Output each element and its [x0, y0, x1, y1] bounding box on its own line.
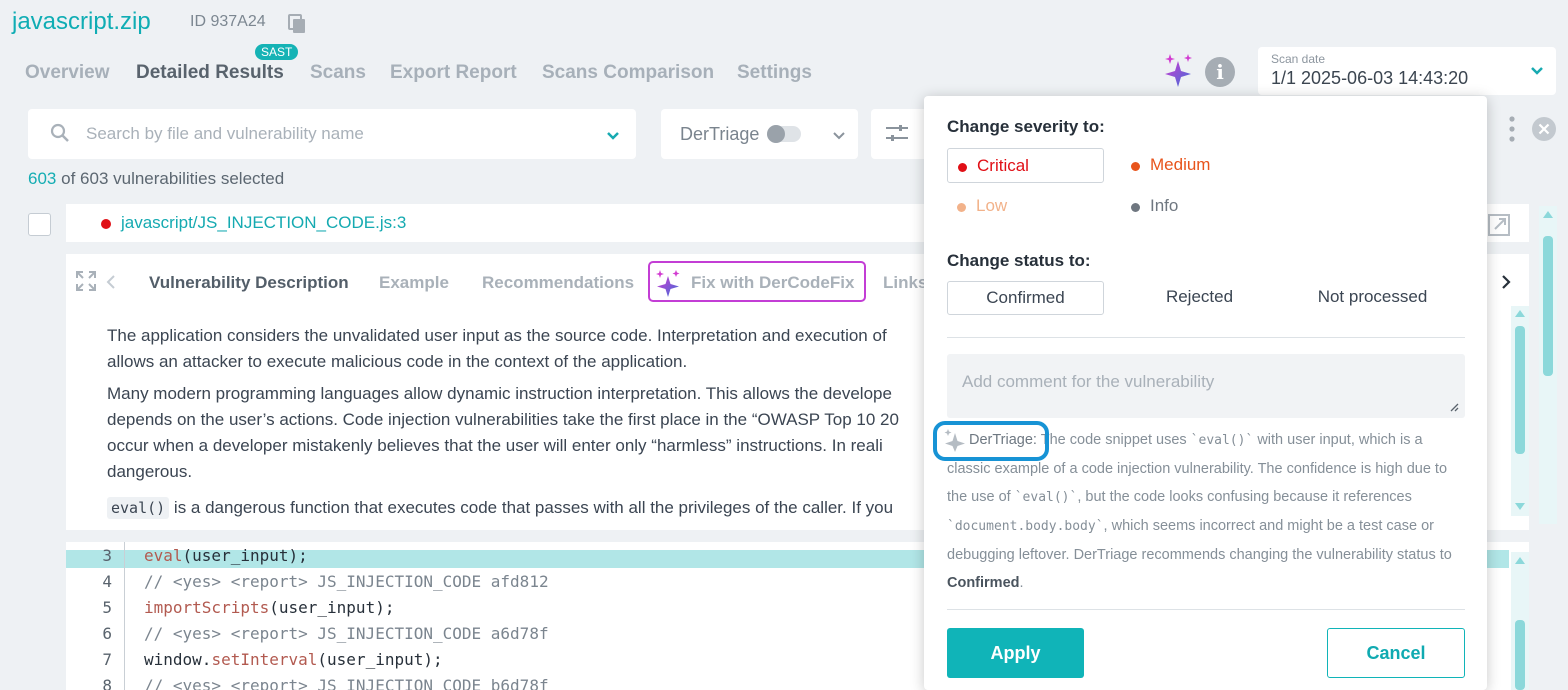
selected-count: 603 — [28, 169, 57, 188]
ai-sparkle-icon[interactable] — [1164, 53, 1194, 87]
project-title: javascript.zip — [12, 8, 151, 35]
code-scrollbar[interactable] — [1511, 552, 1529, 690]
status-heading: Change status to: — [947, 251, 1091, 270]
selected-of: of — [61, 169, 76, 188]
info-icon[interactable]: i — [1205, 57, 1235, 87]
resize-handle-icon[interactable] — [1450, 403, 1459, 412]
inline-code: eval() — [107, 497, 170, 519]
ai-sparkle-icon — [656, 270, 680, 297]
sast-badge: SAST — [255, 44, 299, 60]
scan-date-label: Scan date — [1271, 52, 1326, 66]
open-external-icon[interactable] — [1487, 213, 1511, 237]
description-text: occur when a developer mistakenly believ… — [107, 436, 883, 455]
search-icon — [50, 123, 69, 142]
scan-date-select[interactable]: Scan date 1/1 2025-06-03 14:43:20 — [1258, 47, 1556, 95]
dertriage-toggle[interactable] — [767, 125, 801, 143]
page-scrollbar[interactable] — [1539, 206, 1557, 524]
clear-filter-icon[interactable] — [1531, 116, 1557, 142]
status-option-rejected[interactable]: Rejected — [1121, 281, 1278, 315]
status-option-confirmed[interactable]: Confirmed — [947, 281, 1104, 315]
project-id: ID 937A24 — [190, 13, 266, 30]
chevron-down-icon[interactable] — [606, 131, 620, 141]
scan-date-value: 1/1 2025-06-03 14:43:20 — [1271, 68, 1469, 88]
severity-dot — [101, 219, 111, 229]
description-text: eval() is a dangerous function that exec… — [107, 495, 893, 521]
tab-recommendations[interactable]: Recommendations — [482, 273, 634, 293]
tab-scans-comparison[interactable]: Scans Comparison — [542, 62, 714, 84]
description-text: Many modern programming languages allow … — [107, 384, 892, 403]
tab-links[interactable]: Links — [883, 273, 927, 293]
description-text: dangerous. — [107, 462, 193, 481]
tab-settings[interactable]: Settings — [737, 62, 812, 84]
search-box[interactable]: Search by file and vulnerability name — [28, 109, 636, 159]
severity-option-medium[interactable]: Medium — [1121, 148, 1278, 183]
status-option-not-processed[interactable]: Not processed — [1294, 281, 1451, 315]
chevron-down-icon — [1531, 67, 1543, 75]
scroll-down-icon[interactable] — [1515, 503, 1525, 511]
sliders-icon — [886, 125, 908, 141]
dertriage-highlight-ring — [933, 421, 1049, 461]
fix-button-label: Fix with DerCodeFix — [691, 273, 855, 292]
vulnerability-checkbox[interactable] — [28, 213, 51, 236]
comment-textarea[interactable]: Add comment for the vulnerability — [947, 354, 1465, 418]
description-text: depends on the user’s actions. Code inje… — [107, 410, 899, 429]
dertriage-filter[interactable]: DerTriage — [661, 109, 858, 159]
scroll-up-icon[interactable] — [1515, 556, 1525, 564]
severity-heading: Change severity to: — [947, 117, 1105, 136]
chevron-left-icon[interactable] — [106, 274, 116, 290]
tab-overview[interactable]: Overview — [25, 62, 110, 84]
fix-with-dercodefix-button[interactable]: Fix with DerCodeFix — [648, 261, 866, 302]
tab-vulnerability-description[interactable]: Vulnerability Description — [149, 273, 349, 293]
chevron-right-icon[interactable] — [1501, 274, 1511, 290]
description-text: allows an attacker to execute malicious … — [107, 352, 688, 371]
tab-example[interactable]: Example — [379, 273, 449, 293]
expand-icon[interactable] — [75, 270, 97, 292]
selection-count: 603 of 603 vulnerabilities selected — [28, 169, 284, 189]
comment-placeholder: Add comment for the vulnerability — [962, 372, 1215, 391]
vulnerability-path[interactable]: javascript/JS_INJECTION_CODE.js:3 — [121, 213, 406, 233]
tab-export-report[interactable]: Export Report — [390, 62, 517, 84]
severity-option-low[interactable]: Low — [947, 189, 1104, 224]
description-text: The application considers the unvalidate… — [107, 326, 887, 345]
tab-detailed-results[interactable]: Detailed Results — [136, 62, 284, 84]
chevron-down-icon[interactable] — [832, 131, 846, 141]
cancel-button[interactable]: Cancel — [1327, 628, 1465, 678]
filter-settings-button[interactable] — [871, 109, 931, 159]
copy-icon[interactable] — [287, 14, 307, 34]
dertriage-label: DerTriage — [680, 124, 760, 144]
selected-total: 603 vulnerabilities selected — [80, 169, 285, 188]
scroll-up-icon[interactable] — [1515, 309, 1525, 317]
more-vertical-icon[interactable] — [1507, 115, 1517, 143]
tab-scans[interactable]: Scans — [310, 62, 366, 84]
apply-button[interactable]: Apply — [947, 628, 1084, 678]
description-scrollbar[interactable] — [1511, 306, 1529, 516]
scroll-up-icon[interactable] — [1543, 210, 1553, 218]
severity-option-info[interactable]: Info — [1121, 189, 1278, 224]
change-severity-popup: Change severity to: Critical Medium Low … — [924, 96, 1487, 690]
severity-option-critical[interactable]: Critical — [947, 148, 1104, 183]
search-input[interactable]: Search by file and vulnerability name — [86, 124, 364, 144]
